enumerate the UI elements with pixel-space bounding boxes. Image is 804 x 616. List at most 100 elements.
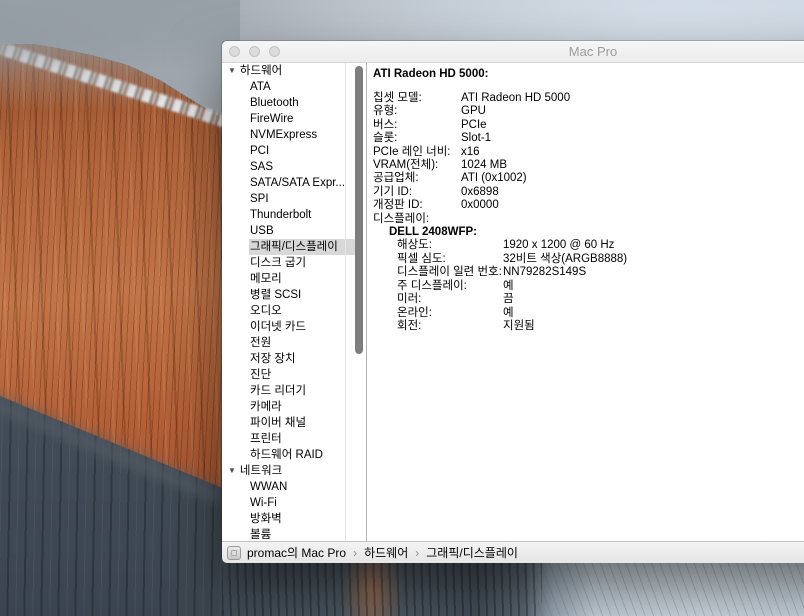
- close-button[interactable]: [229, 46, 240, 57]
- property-label: VRAM(전체):: [373, 159, 461, 172]
- sidebar-item[interactable]: 이더넷 카드: [222, 319, 355, 335]
- property-row: 미러:끔: [397, 293, 804, 306]
- sidebar-item[interactable]: ATA: [222, 79, 355, 95]
- property-value: 예: [503, 280, 804, 293]
- property-row: 디스플레이:: [373, 213, 804, 226]
- property-label: 슬롯:: [373, 132, 461, 145]
- gpu-section-title: ATI Radeon HD 5000:: [373, 67, 804, 81]
- sidebar-item[interactable]: 병렬 SCSI: [222, 287, 355, 303]
- wallpaper-fog: [0, 0, 240, 110]
- sidebar-item[interactable]: PCI: [222, 143, 355, 159]
- property-label: 회전:: [397, 320, 503, 333]
- sidebar-item[interactable]: 방화벽: [222, 511, 355, 527]
- property-label: 디스플레이 일련 번호:: [397, 266, 503, 279]
- sidebar-group-label: 네트워크: [240, 465, 282, 477]
- property-row: 슬롯:Slot-1: [373, 132, 804, 145]
- sidebar-item[interactable]: USB: [222, 223, 355, 239]
- property-row: 주 디스플레이:예: [397, 280, 804, 293]
- sidebar-item[interactable]: 메모리: [222, 271, 355, 287]
- sidebar-item[interactable]: Thunderbolt: [222, 207, 355, 223]
- mac-pro-icon: [227, 546, 241, 560]
- disclosure-triangle-icon[interactable]: ▼: [228, 63, 236, 79]
- sidebar-item[interactable]: 하드웨어 RAID: [222, 447, 355, 463]
- display-section-title: DELL 2408WFP:: [389, 226, 804, 239]
- property-value: 0x6898: [461, 186, 804, 199]
- zoom-button[interactable]: [269, 46, 280, 57]
- property-row: 유형:GPU: [373, 105, 804, 118]
- property-row: PCIe 레인 너비:x16: [373, 146, 804, 159]
- breadcrumb: promac의 Mac Pro›하드웨어›그래픽/디스플레이: [247, 544, 518, 561]
- property-value: [461, 213, 804, 226]
- sidebar-item[interactable]: Bluetooth: [222, 95, 355, 111]
- property-value: 지원됨: [503, 320, 804, 333]
- sidebar-item[interactable]: 저장 장치: [222, 351, 355, 367]
- property-row: 픽셀 심도:32비트 색상(ARGB8888): [397, 253, 804, 266]
- property-row: 온라인:예: [397, 307, 804, 320]
- property-value: ATI (0x1002): [461, 172, 804, 185]
- detail-pane: ATI Radeon HD 5000: 칩셋 모델:ATI Radeon HD …: [367, 63, 804, 541]
- path-bar: promac의 Mac Pro›하드웨어›그래픽/디스플레이: [222, 541, 804, 563]
- property-label: 픽셀 심도:: [397, 253, 503, 266]
- sidebar-item[interactable]: 전원: [222, 335, 355, 351]
- property-row: 기기 ID:0x6898: [373, 186, 804, 199]
- property-row: 개정판 ID:0x0000: [373, 199, 804, 212]
- property-row: 디스플레이 일련 번호:NN79282S149S: [397, 266, 804, 279]
- property-value: ATI Radeon HD 5000: [461, 92, 804, 105]
- sidebar-item[interactable]: Wi-Fi: [222, 495, 355, 511]
- sidebar-item[interactable]: SAS: [222, 159, 355, 175]
- minimize-button[interactable]: [249, 46, 260, 57]
- property-label: 개정판 ID:: [373, 199, 461, 212]
- sidebar-item[interactable]: 디스크 굽기: [222, 255, 355, 271]
- system-information-window: Mac Pro ▼ 하드웨어 ATABluetoothFireWireNVMExpr…: [222, 41, 804, 562]
- sidebar-item[interactable]: 진단: [222, 367, 355, 383]
- sidebar-group-label: 하드웨어: [240, 65, 282, 77]
- property-value: 1920 x 1200 @ 60 Hz: [503, 239, 804, 252]
- sidebar-item[interactable]: 카드 리더기: [222, 383, 355, 399]
- breadcrumb-item[interactable]: promac의 Mac Pro: [247, 544, 346, 561]
- property-label: 온라인:: [397, 307, 503, 320]
- sidebar-item[interactable]: 파이버 채널: [222, 415, 355, 431]
- sidebar-item[interactable]: NVMExpress: [222, 127, 355, 143]
- breadcrumb-item[interactable]: 그래픽/디스플레이: [426, 544, 518, 561]
- property-value: PCIe: [461, 119, 804, 132]
- sidebar-item[interactable]: 볼륨: [222, 527, 355, 541]
- sidebar-scrollbar-track[interactable]: [345, 63, 366, 541]
- property-value: Slot-1: [461, 132, 804, 145]
- sidebar-item[interactable]: 카메라: [222, 399, 355, 415]
- property-label: 유형:: [373, 105, 461, 118]
- window-titlebar[interactable]: Mac Pro: [222, 41, 804, 63]
- property-row: 공급업체:ATI (0x1002): [373, 172, 804, 185]
- property-label: 미러:: [397, 293, 503, 306]
- window-body: ▼하드웨어ATABluetoothFireWireNVMExpressPCISA…: [222, 63, 804, 541]
- property-label: 버스:: [373, 119, 461, 132]
- sidebar: ▼하드웨어ATABluetoothFireWireNVMExpressPCISA…: [222, 63, 367, 541]
- sidebar-item[interactable]: 프린터: [222, 431, 355, 447]
- disclosure-triangle-icon[interactable]: ▼: [228, 463, 236, 479]
- property-value: x16: [461, 146, 804, 159]
- sidebar-item[interactable]: WWAN: [222, 479, 355, 495]
- property-row: 버스:PCIe: [373, 119, 804, 132]
- property-value: GPU: [461, 105, 804, 118]
- breadcrumb-item[interactable]: 하드웨어: [364, 544, 408, 561]
- sidebar-item[interactable]: SATA/SATA Expr...: [222, 175, 355, 191]
- property-row: 회전:지원됨: [397, 320, 804, 333]
- wallpaper-bottom-valley: [222, 556, 804, 616]
- property-row: 해상도:1920 x 1200 @ 60 Hz: [397, 239, 804, 252]
- sidebar-item[interactable]: SPI: [222, 191, 355, 207]
- sidebar-item[interactable]: 그래픽/디스플레이: [249, 239, 355, 255]
- property-label: 주 디스플레이:: [397, 280, 503, 293]
- property-label: 기기 ID:: [373, 186, 461, 199]
- property-value: NN79282S149S: [503, 266, 804, 279]
- property-label: 디스플레이:: [373, 213, 461, 226]
- sidebar-item[interactable]: FireWire: [222, 111, 355, 127]
- window-title: Mac Pro: [222, 41, 804, 62]
- traffic-light-buttons: [229, 46, 280, 57]
- property-value: 끔: [503, 293, 804, 306]
- property-row: 칩셋 모델:ATI Radeon HD 5000: [373, 92, 804, 105]
- property-value: 예: [503, 307, 804, 320]
- sidebar-item[interactable]: 오디오: [222, 303, 355, 319]
- sidebar-scrollbar-thumb[interactable]: [355, 66, 363, 354]
- property-value: 32비트 색상(ARGB8888): [503, 253, 804, 266]
- property-value: 1024 MB: [461, 159, 804, 172]
- property-label: 공급업체:: [373, 172, 461, 185]
